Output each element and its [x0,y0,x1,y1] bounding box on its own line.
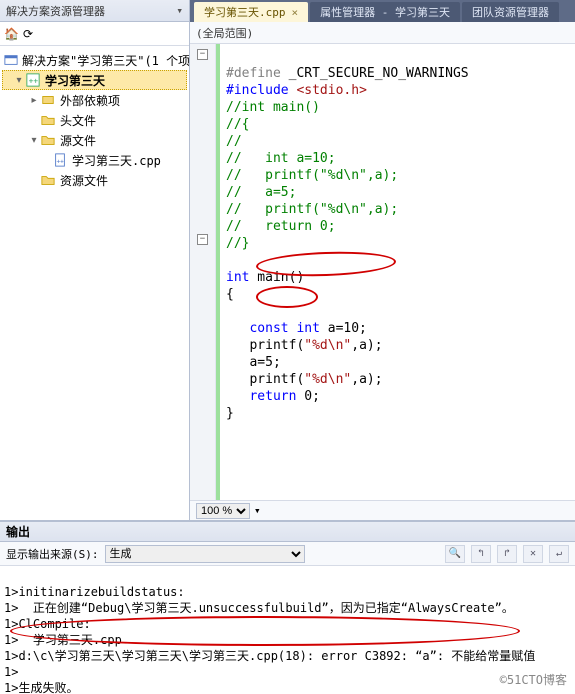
zoom-bar: 100 % ▾ [190,500,575,520]
tab-source-file[interactable]: 学习第三天.cpp× [194,2,308,22]
cpp-project-icon: ++ [25,72,41,88]
solution-tree[interactable]: 解决方案"学习第三天"(1 个项 ▾ ++ 学习第三天 ▸ 外部依赖项 头文件 … [0,46,189,520]
resources-node[interactable]: 资源文件 [2,170,187,190]
folder-open-icon [40,132,56,148]
output-source-select[interactable]: 生成 [105,545,305,563]
output-source-label: 显示输出来源(S): [6,546,99,562]
solution-panel-title: 解决方案资源管理器 [6,3,176,19]
output-content[interactable]: 1>initinarizebuildstatus: 1> 正在创建“Debug\… [0,566,575,694]
svg-text:++: ++ [29,77,39,86]
pin-icon[interactable]: ▾ [176,4,183,17]
zoom-select[interactable]: 100 % [196,503,250,519]
expander-icon[interactable]: ▸ [28,95,40,106]
output-toolbar: 显示输出来源(S): 生成 🔍 ↰ ↱ ✕ ↵ [0,542,575,566]
output-title: 输出 [0,522,575,542]
collapse-icon[interactable]: − [197,234,208,245]
dropdown-icon[interactable]: ▾ [254,504,261,517]
solution-icon [4,52,18,68]
goto-prev-icon[interactable]: ↰ [471,545,491,563]
solution-root[interactable]: 解决方案"学习第三天"(1 个项 [2,50,187,70]
wrap-icon[interactable]: ↵ [549,545,569,563]
tab-property-manager[interactable]: 属性管理器 - 学习第三天 [310,2,460,22]
folder-icon [40,112,56,128]
close-icon[interactable]: × [292,6,299,19]
external-deps-node[interactable]: ▸ 外部依赖项 [2,90,187,110]
find-icon[interactable]: 🔍 [445,545,465,563]
scope-bar[interactable]: (全局范围) [190,22,575,44]
svg-text:++: ++ [57,159,65,166]
headers-node[interactable]: 头文件 [2,110,187,130]
editor-tabs: 学习第三天.cpp× 属性管理器 - 学习第三天 团队资源管理器 [190,0,575,22]
code-area: − − #define _CRT_SECURE_NO_WARNINGS #inc… [190,44,575,500]
annotation-circle [256,286,318,308]
solution-panel-header: 解决方案资源管理器 ▾ [0,0,189,22]
home-icon[interactable]: 🏠 [4,27,19,41]
sources-node[interactable]: ▾ 源文件 [2,130,187,150]
solution-explorer: 解决方案资源管理器 ▾ 🏠 ⟳ 解决方案"学习第三天"(1 个项 ▾ ++ 学习… [0,0,190,520]
refs-icon [40,92,56,108]
editor-panel: 学习第三天.cpp× 属性管理器 - 学习第三天 团队资源管理器 (全局范围) … [190,0,575,520]
tab-team-explorer[interactable]: 团队资源管理器 [462,2,559,22]
outline-gutter: − − [190,44,216,500]
cpp-file-icon: ++ [52,152,68,168]
output-panel: 输出 显示输出来源(S): 生成 🔍 ↰ ↱ ✕ ↵ 1>initinarize… [0,520,575,694]
collapse-icon[interactable]: − [197,49,208,60]
code-editor[interactable]: #define _CRT_SECURE_NO_WARNINGS #include… [220,44,575,500]
solution-toolbar: 🏠 ⟳ [0,22,189,46]
expander-icon[interactable]: ▾ [28,135,40,146]
source-file-node[interactable]: ++ 学习第三天.cpp [2,150,187,170]
project-node[interactable]: ▾ ++ 学习第三天 [2,70,187,90]
refresh-icon[interactable]: ⟳ [23,27,33,41]
watermark: ©51CTO博客 [500,671,567,688]
expander-icon[interactable]: ▾ [13,75,25,86]
clear-icon[interactable]: ✕ [523,545,543,563]
goto-next-icon[interactable]: ↱ [497,545,517,563]
folder-icon [40,172,56,188]
